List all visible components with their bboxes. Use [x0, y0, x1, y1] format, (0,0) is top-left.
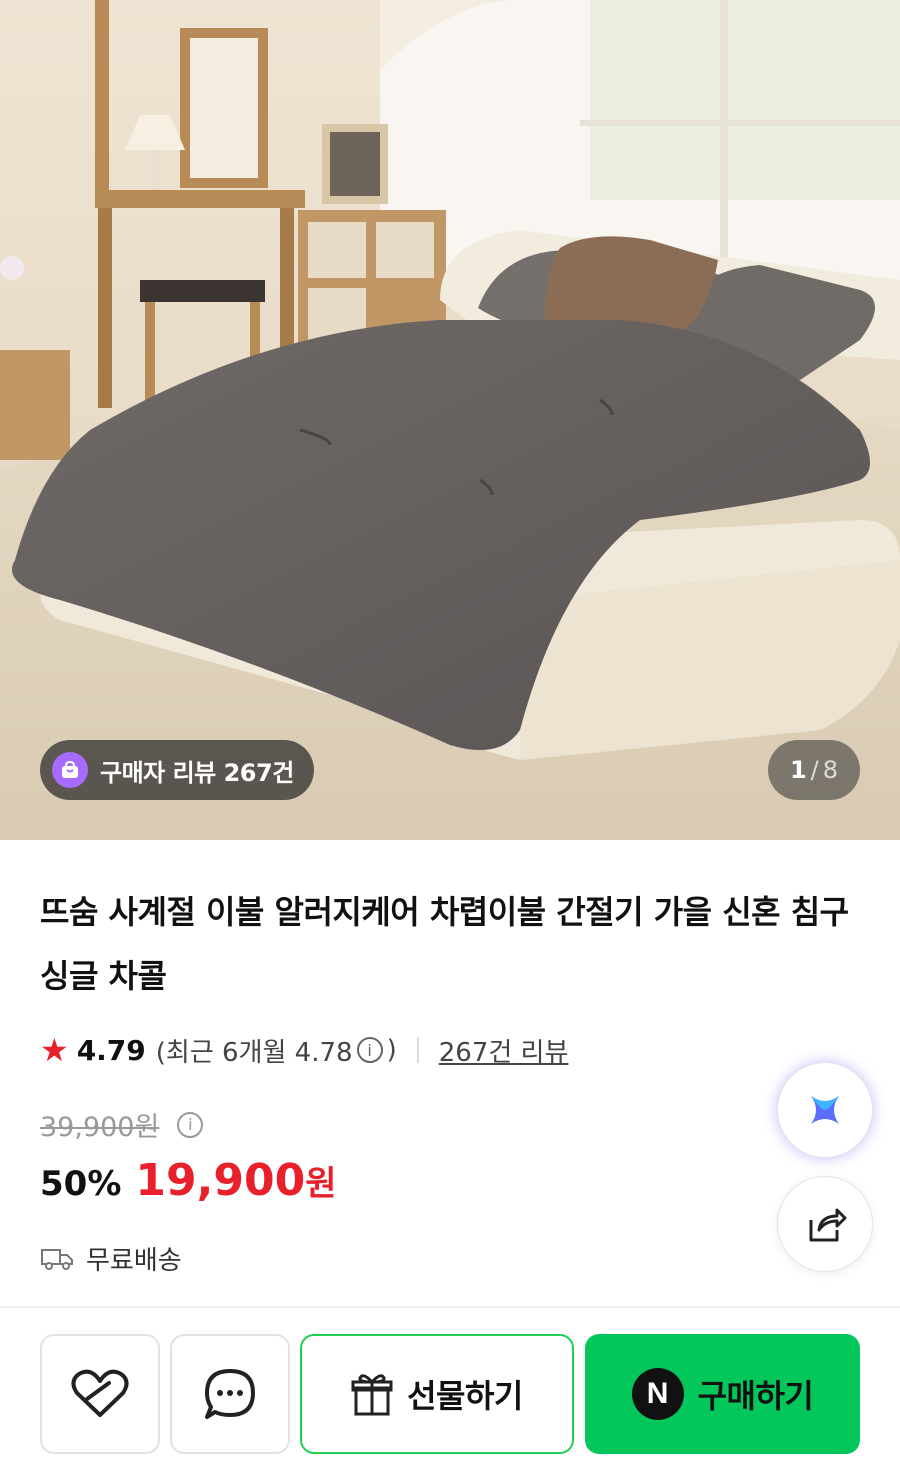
- original-price: 39,900원: [40, 1112, 160, 1143]
- ai-sparkle-icon: [811, 1096, 839, 1124]
- page-total: 8: [822, 756, 839, 784]
- divider: [416, 1037, 419, 1063]
- sale-price-row: 50% 19,900 원: [40, 1155, 336, 1206]
- shipping-info: 무료배송: [40, 1240, 182, 1277]
- bedroom-photo: [0, 0, 900, 840]
- price-info-icon[interactable]: i: [177, 1111, 204, 1138]
- heart-icon: [71, 1369, 129, 1417]
- discount-rate: 50%: [40, 1164, 122, 1204]
- original-price-row: 39,900원 i: [40, 1105, 207, 1144]
- gift-button-label: 선물하기: [407, 1377, 523, 1415]
- page-separator: /: [810, 756, 819, 784]
- star-icon: ★: [40, 1031, 69, 1069]
- buyer-review-chip[interactable]: 구매자 리뷰 267건: [40, 740, 314, 800]
- buy-button[interactable]: N 구매하기: [585, 1334, 860, 1454]
- rating-row: ★ 4.79 (최근 6개월 4.78 i ) 267건 리뷰: [40, 1030, 568, 1070]
- bottom-divider: [0, 1306, 900, 1308]
- share-button[interactable]: [777, 1176, 873, 1272]
- like-button[interactable]: [40, 1334, 160, 1454]
- recent-rating-close: ): [386, 1035, 397, 1065]
- currency-label: 원: [305, 1164, 337, 1204]
- truck-icon: [41, 1248, 73, 1270]
- shipping-label: 무료배송: [86, 1246, 182, 1276]
- info-icon[interactable]: i: [356, 1037, 383, 1063]
- gift-icon: [351, 1374, 393, 1416]
- talk-button[interactable]: [170, 1334, 290, 1454]
- page-current: 1: [789, 756, 807, 784]
- recent-rating-text: (최근 6개월 4.78: [155, 1037, 353, 1068]
- share-icon: [809, 1208, 847, 1242]
- recent-rating: (최근 6개월 4.78 i ): [156, 1032, 397, 1069]
- ai-assistant-button[interactable]: [777, 1062, 873, 1158]
- buy-button-label: 구매하기: [697, 1377, 814, 1415]
- gift-button[interactable]: 선물하기: [300, 1334, 574, 1454]
- rating-score: 4.79: [76, 1033, 146, 1067]
- image-page-counter: 1 / 8: [768, 740, 860, 800]
- shopping-bag-icon: [52, 752, 88, 788]
- review-count-link[interactable]: 267건 리뷰: [439, 1032, 569, 1069]
- product-title: 뜨숨 사계절 이불 알러지케어 차렵이불 간절기 가을 신혼 침구 싱글 차콜: [40, 893, 849, 995]
- chat-icon: [205, 1369, 255, 1419]
- sale-price: 19,900: [135, 1155, 306, 1206]
- bottom-action-bar: 선물하기 N 구매하기: [0, 1334, 900, 1454]
- buyer-review-chip-label: 구매자 리뷰 267건: [100, 758, 294, 787]
- npay-logo-icon: N: [631, 1368, 684, 1420]
- product-image[interactable]: 구매자 리뷰 267건 1 / 8: [0, 0, 900, 840]
